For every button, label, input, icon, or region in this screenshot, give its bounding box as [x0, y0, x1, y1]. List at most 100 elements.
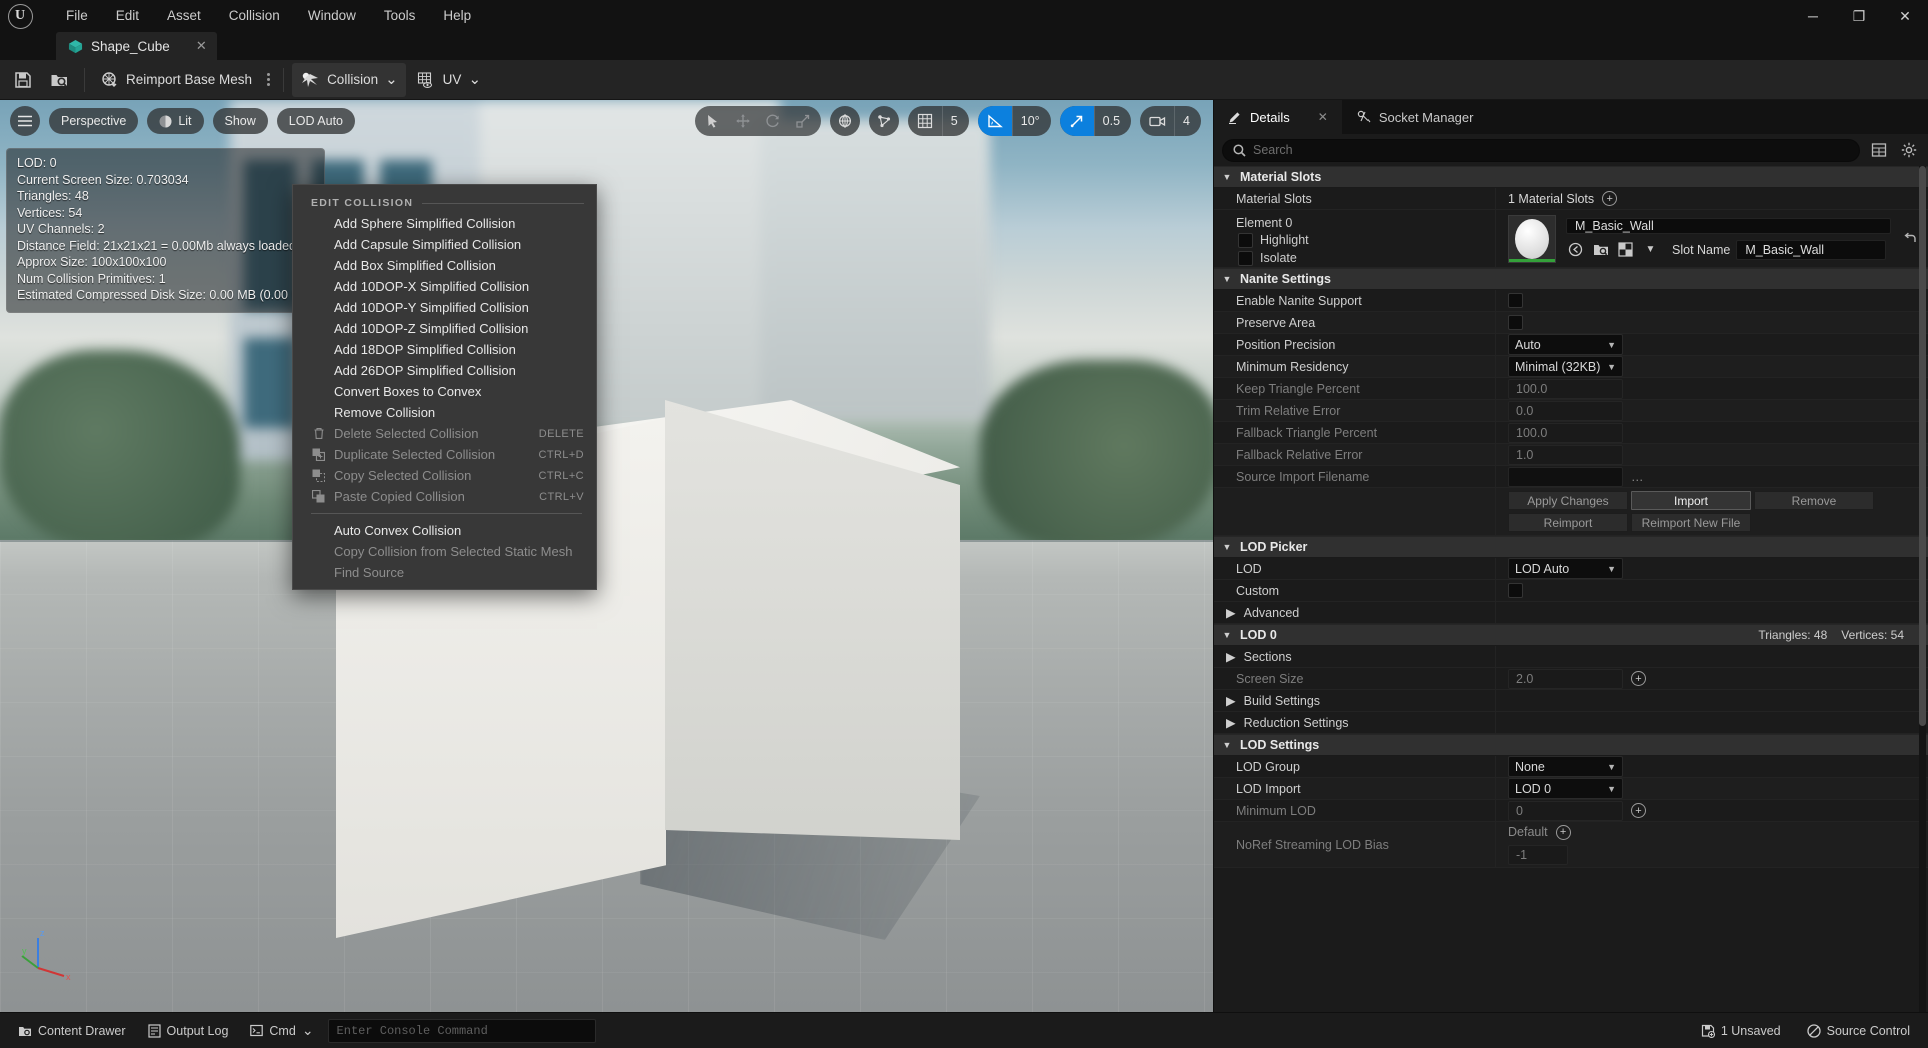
details-scrollbar-thumb[interactable] [1919, 166, 1926, 726]
menu-window[interactable]: Window [294, 0, 370, 32]
material-asset-field[interactable]: M_Basic_Wall [1566, 217, 1891, 234]
scale-icon[interactable] [789, 108, 817, 134]
reimport-new-file-button[interactable]: Reimport New File [1631, 513, 1751, 532]
custom-checkbox[interactable] [1508, 583, 1523, 598]
add-minimum-lod-button[interactable]: + [1631, 803, 1646, 818]
camera-speed-value[interactable]: 4 [1174, 106, 1201, 136]
find-in-content-browser-icon[interactable] [1591, 240, 1610, 259]
angle-snap-icon[interactable] [977, 106, 1012, 136]
search-input[interactable]: Search [1222, 138, 1860, 162]
highlight-checkbox-row[interactable]: Highlight [1236, 232, 1309, 248]
move-icon[interactable] [729, 108, 757, 134]
tab-socket-manager[interactable]: Socket Manager [1342, 100, 1488, 134]
slot-name-field[interactable]: M_Basic_Wall [1736, 239, 1887, 260]
surface-snap-icon[interactable] [868, 106, 899, 136]
subsection-advanced[interactable]: ▶ Advanced [1214, 602, 1928, 624]
details-scroll-area[interactable]: ▼ Material Slots Material Slots 1 Materi… [1214, 166, 1928, 1012]
viewport-show-button[interactable]: Show [212, 108, 268, 134]
subsection-reduction-settings[interactable]: ▶ Reduction Settings [1214, 712, 1928, 734]
enable-nanite-support-checkbox[interactable] [1508, 293, 1523, 308]
grid-snap-value[interactable]: 5 [941, 106, 969, 136]
subsection-build-settings[interactable]: ▶ Build Settings [1214, 690, 1928, 712]
isolate-checkbox-row[interactable]: Isolate [1236, 250, 1297, 266]
add-screen-size-button[interactable]: + [1631, 671, 1646, 686]
menu-item-remove-collision[interactable]: Remove Collision [293, 402, 596, 423]
menu-help[interactable]: Help [429, 0, 485, 32]
tab-details[interactable]: Details ✕ [1214, 100, 1342, 134]
content-drawer-button[interactable]: Content Drawer [10, 1019, 134, 1043]
scale-snap-value[interactable]: 0.5 [1093, 106, 1131, 136]
menu-tools[interactable]: Tools [370, 0, 430, 32]
scale-snap-icon[interactable] [1059, 106, 1094, 136]
viewport-lod-button[interactable]: LOD Auto [276, 108, 355, 134]
collision-menu-button[interactable]: Collision ⌄ [292, 62, 406, 97]
section-header-lod-0[interactable]: ▼ LOD 0 Triangles: 48 Vertices: 54 [1214, 624, 1928, 646]
tab-details-close-icon[interactable]: ✕ [1318, 110, 1328, 124]
lod-group-dropdown[interactable]: None ▼ [1508, 756, 1623, 777]
select-icon[interactable] [699, 108, 727, 134]
menu-item-add-10dop-z[interactable]: Add 10DOP-Z Simplified Collision [293, 318, 596, 339]
viewport-view-mode-button[interactable]: Lit [147, 108, 204, 134]
section-header-lod-settings[interactable]: ▼ LOD Settings [1214, 734, 1928, 756]
menu-item-add-10dop-y[interactable]: Add 10DOP-Y Simplified Collision [293, 297, 596, 318]
position-precision-dropdown[interactable]: Auto ▼ [1508, 334, 1623, 355]
column-layout-icon[interactable] [1868, 139, 1890, 161]
source-import-filename-field[interactable] [1508, 466, 1623, 487]
menu-item-add-18dop[interactable]: Add 18DOP Simplified Collision [293, 339, 596, 360]
uv-menu-button[interactable]: UV ⌄ [408, 63, 489, 97]
section-header-material-slots[interactable]: ▼ Material Slots [1214, 166, 1928, 188]
import-button[interactable]: Import [1631, 491, 1751, 510]
chevron-down-icon[interactable]: ▼ [1641, 240, 1660, 259]
menu-item-auto-convex-collision[interactable]: Auto Convex Collision [293, 520, 596, 541]
asset-tab-shape-cube[interactable]: Shape_Cube ✕ [56, 32, 217, 60]
section-header-nanite-settings[interactable]: ▼ Nanite Settings [1214, 268, 1928, 290]
unreal-logo-icon[interactable]: U [0, 0, 40, 32]
console-command-input[interactable]: Enter Console Command [327, 1018, 596, 1043]
menu-item-add-10dop-x[interactable]: Add 10DOP-X Simplified Collision [293, 276, 596, 297]
world-coordinate-icon[interactable] [829, 106, 860, 136]
gear-icon[interactable] [1898, 139, 1920, 161]
reimport-base-mesh-button[interactable]: Reimport Base Mesh [93, 63, 260, 97]
material-thumbnail[interactable] [1508, 214, 1556, 263]
highlight-checkbox[interactable] [1238, 232, 1253, 248]
section-header-lod-picker[interactable]: ▼ LOD Picker [1214, 536, 1928, 558]
rotate-icon[interactable] [759, 108, 787, 134]
menu-asset[interactable]: Asset [153, 0, 215, 32]
source-control-button[interactable]: Source Control [1799, 1019, 1918, 1043]
camera-speed-control[interactable]: 4 [1140, 106, 1201, 136]
grid-snap-icon[interactable] [908, 106, 942, 136]
angle-snap-value[interactable]: 10° [1011, 106, 1051, 136]
menu-item-add-sphere[interactable]: Add Sphere Simplified Collision [293, 213, 596, 234]
apply-changes-button[interactable]: Apply Changes [1508, 491, 1628, 510]
minimum-residency-dropdown[interactable]: Minimal (32KB) ▼ [1508, 356, 1623, 377]
grid-snap-control[interactable]: 5 [907, 106, 969, 136]
menu-collision[interactable]: Collision [215, 0, 294, 32]
save-icon[interactable] [6, 63, 40, 97]
remove-button[interactable]: Remove [1754, 491, 1874, 510]
browse-to-asset-icon[interactable] [1566, 240, 1585, 259]
scale-snap-control[interactable]: 0.5 [1059, 106, 1132, 136]
add-noref-default-button[interactable]: + [1555, 824, 1571, 840]
menu-item-add-26dop[interactable]: Add 26DOP Simplified Collision [293, 360, 596, 381]
asset-tab-close-icon[interactable]: ✕ [196, 38, 207, 54]
source-import-browse-icon[interactable]: … [1631, 470, 1644, 484]
browse-icon[interactable] [42, 63, 76, 97]
camera-icon[interactable] [1140, 106, 1174, 136]
viewport-camera-mode-button[interactable]: Perspective [49, 108, 139, 134]
lod-dropdown[interactable]: LOD Auto ▼ [1508, 558, 1623, 579]
close-icon[interactable]: ✕ [1882, 0, 1928, 32]
subsection-sections[interactable]: ▶ Sections [1214, 646, 1928, 668]
maximize-icon[interactable]: ❐ [1836, 0, 1882, 32]
output-log-button[interactable]: Output Log [140, 1019, 237, 1043]
unsaved-status-button[interactable]: 1 Unsaved [1693, 1019, 1789, 1043]
mesh-viewport[interactable]: Perspective Lit Show LOD Auto 5 10° 0.5 … [0, 100, 1213, 1012]
checker-icon[interactable] [1616, 240, 1635, 259]
menu-item-convert-boxes-to-convex[interactable]: Convert Boxes to Convex [293, 381, 596, 402]
toolbar-overflow-icon[interactable] [262, 73, 275, 86]
menu-file[interactable]: File [52, 0, 102, 32]
angle-snap-control[interactable]: 10° [977, 106, 1051, 136]
reset-arrow-icon[interactable] [1901, 229, 1920, 248]
preserve-area-checkbox[interactable] [1508, 315, 1523, 330]
menu-item-add-box[interactable]: Add Box Simplified Collision [293, 255, 596, 276]
minimize-icon[interactable]: ─ [1790, 0, 1836, 32]
